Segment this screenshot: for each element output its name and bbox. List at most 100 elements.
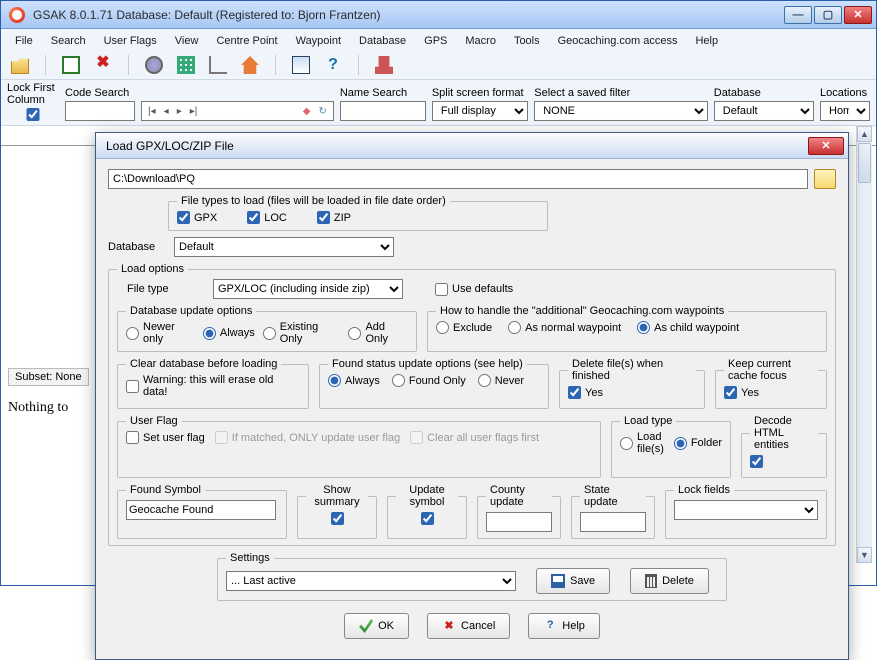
- dialog-database-label: Database: [108, 241, 168, 253]
- newer-only-radio[interactable]: [126, 327, 139, 340]
- code-search-input[interactable]: [65, 101, 135, 121]
- minimize-button[interactable]: —: [784, 6, 812, 24]
- browse-folder-icon[interactable]: [814, 169, 836, 189]
- menu-gps[interactable]: GPS: [416, 33, 455, 49]
- menu-help[interactable]: Help: [687, 33, 726, 49]
- calendar-icon[interactable]: [292, 56, 310, 74]
- grid-icon[interactable]: [177, 56, 195, 74]
- dialog-database-select[interactable]: Default: [174, 237, 394, 257]
- new-icon[interactable]: [62, 56, 80, 74]
- clear-db-checkbox[interactable]: [126, 380, 139, 393]
- check-icon: [359, 619, 373, 633]
- menu-geocaching[interactable]: Geocaching.com access: [550, 33, 686, 49]
- menu-userflags[interactable]: User Flags: [96, 33, 165, 49]
- delete-files-fieldset: Delete file(s) when finished Yes: [559, 358, 705, 409]
- state-input[interactable]: [580, 512, 646, 532]
- found-only-radio[interactable]: [392, 374, 405, 387]
- gpx-checkbox[interactable]: [177, 211, 190, 224]
- globe-icon[interactable]: [145, 56, 163, 74]
- database-select[interactable]: Default: [714, 101, 814, 121]
- clear-db-fieldset: Clear database before loading Warning: t…: [117, 358, 309, 409]
- lock-fields-fieldset: Lock fields: [665, 484, 827, 539]
- refresh-icon[interactable]: ↻: [318, 106, 326, 117]
- child-wp-radio[interactable]: [637, 321, 650, 334]
- exclude-radio[interactable]: [436, 321, 449, 334]
- scroll-up-icon[interactable]: ▲: [857, 126, 872, 142]
- app-icon: [9, 7, 25, 23]
- menu-view[interactable]: View: [167, 33, 207, 49]
- filetype-select[interactable]: GPX/LOC (including inside zip): [213, 279, 403, 299]
- scroll-thumb[interactable]: [858, 143, 871, 183]
- tree-icon[interactable]: [209, 56, 227, 74]
- close-button[interactable]: ✕: [844, 6, 872, 24]
- nothing-text: Nothing to: [8, 400, 68, 416]
- menu-waypoint[interactable]: Waypoint: [288, 33, 349, 49]
- clear-all-checkbox: [410, 431, 423, 444]
- update-symbol-checkbox[interactable]: [421, 512, 434, 525]
- name-search-label: Name Search: [340, 87, 426, 99]
- zip-checkbox[interactable]: [317, 211, 330, 224]
- set-userflag-checkbox[interactable]: [126, 431, 139, 444]
- keep-focus-checkbox[interactable]: [724, 386, 737, 399]
- titlebar: GSAK 8.0.1.71 Database: Default (Registe…: [1, 1, 876, 29]
- question-icon: ?: [543, 619, 557, 633]
- menu-macro[interactable]: Macro: [457, 33, 504, 49]
- menu-file[interactable]: File: [7, 33, 41, 49]
- found-always-radio[interactable]: [328, 374, 341, 387]
- nav-last-icon[interactable]: ▸|: [190, 106, 198, 117]
- erase-icon[interactable]: ◆: [303, 106, 311, 117]
- split-select[interactable]: Full display: [432, 101, 528, 121]
- saved-filter-select[interactable]: NONE: [534, 101, 708, 121]
- menu-database[interactable]: Database: [351, 33, 414, 49]
- help-icon[interactable]: ?: [324, 56, 342, 74]
- state-update-fieldset: State update: [571, 484, 655, 539]
- normal-wp-radio[interactable]: [508, 321, 521, 334]
- home-icon[interactable]: [241, 56, 259, 74]
- filetype-label: File type: [117, 283, 207, 295]
- lock-first-label: Lock FirstColumn: [7, 82, 59, 106]
- menu-centrepoint[interactable]: Centre Point: [208, 33, 285, 49]
- menu-search[interactable]: Search: [43, 33, 94, 49]
- save-button[interactable]: Save: [536, 568, 610, 594]
- menu-tools[interactable]: Tools: [506, 33, 548, 49]
- lock-fields-select[interactable]: [674, 500, 818, 520]
- name-search-input[interactable]: [340, 101, 426, 121]
- lock-first-checkbox[interactable]: [7, 108, 59, 121]
- always-radio[interactable]: [203, 327, 216, 340]
- open-icon[interactable]: [11, 56, 29, 74]
- found-symbol-input[interactable]: [126, 500, 276, 520]
- locations-select[interactable]: Home: [820, 101, 870, 121]
- cancel-button[interactable]: ✖Cancel: [427, 613, 510, 639]
- use-defaults-checkbox[interactable]: [435, 283, 448, 296]
- load-file-radio[interactable]: [620, 437, 633, 450]
- settings-fieldset: Settings ... Last active Save Delete: [217, 552, 727, 601]
- county-input[interactable]: [486, 512, 552, 532]
- delete-files-checkbox[interactable]: [568, 386, 581, 399]
- scroll-down-icon[interactable]: ▼: [857, 547, 872, 563]
- filetypes-legend: File types to load (files will be loaded…: [177, 195, 450, 207]
- load-options-fieldset: Load options File type GPX/LOC (includin…: [108, 263, 836, 546]
- nav-first-icon[interactable]: |◂: [148, 106, 156, 117]
- keep-focus-fieldset: Keep current cache focus Yes: [715, 358, 827, 409]
- nav-next-icon[interactable]: ▸: [177, 106, 182, 117]
- load-folder-radio[interactable]: [674, 437, 687, 450]
- plugin-icon[interactable]: [375, 56, 393, 74]
- settings-select[interactable]: ... Last active: [226, 571, 516, 591]
- maximize-button[interactable]: ▢: [814, 6, 842, 24]
- existing-only-radio[interactable]: [263, 327, 276, 340]
- path-input[interactable]: [108, 169, 808, 189]
- filetypes-fieldset: File types to load (files will be loaded…: [168, 195, 548, 231]
- loc-checkbox[interactable]: [247, 211, 260, 224]
- show-summary-checkbox[interactable]: [331, 512, 344, 525]
- help-button[interactable]: ?Help: [528, 613, 600, 639]
- dialog-close-button[interactable]: ✕: [808, 137, 844, 155]
- add-only-radio[interactable]: [348, 327, 361, 340]
- ok-button[interactable]: OK: [344, 613, 409, 639]
- nav-prev-icon[interactable]: ◂: [164, 106, 169, 117]
- saved-filter-label: Select a saved filter: [534, 87, 708, 99]
- scrollbar[interactable]: ▲ ▼: [856, 126, 872, 563]
- found-never-radio[interactable]: [478, 374, 491, 387]
- delete-button[interactable]: Delete: [630, 568, 709, 594]
- decode-html-checkbox[interactable]: [750, 455, 763, 468]
- delete-icon[interactable]: ✖: [94, 56, 112, 74]
